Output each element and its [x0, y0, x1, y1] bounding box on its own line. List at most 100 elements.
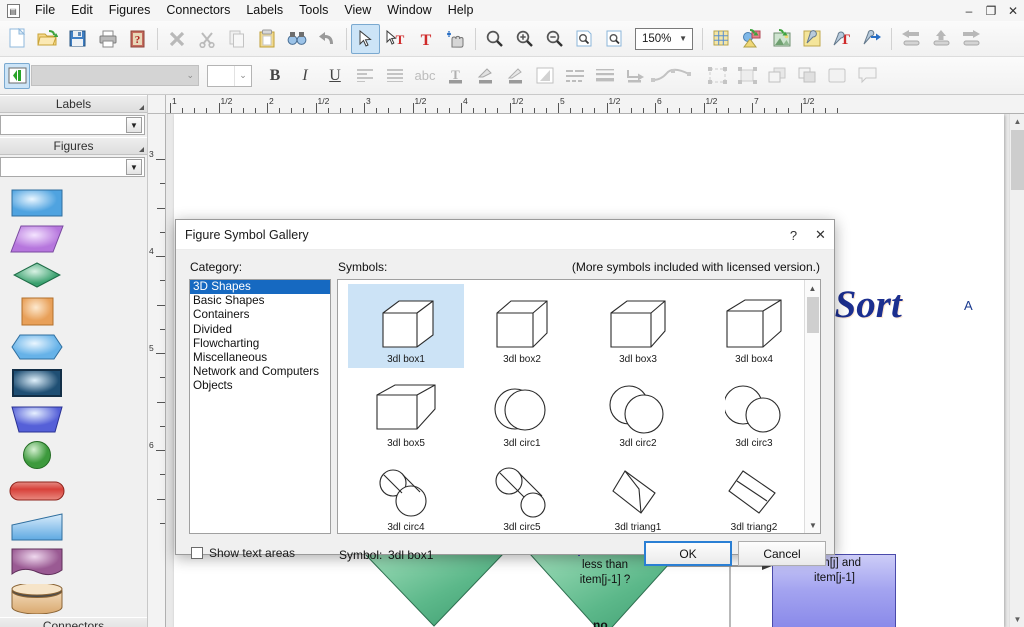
- shape-rectangle-blue[interactable]: [0, 185, 74, 221]
- delete-x-icon[interactable]: [162, 24, 191, 54]
- symbol-item[interactable]: 3dl box2: [464, 284, 580, 368]
- panel-header-connectors[interactable]: Connectors: [0, 617, 147, 627]
- category-item[interactable]: Divided: [190, 323, 330, 337]
- save-disk-icon[interactable]: [63, 24, 92, 54]
- nudge-left-icon[interactable]: [896, 24, 925, 54]
- zoom-icon[interactable]: [480, 24, 509, 54]
- dialog-close-button[interactable]: ✕: [807, 220, 834, 250]
- canvas-vertical-scrollbar[interactable]: ▲ ▼: [1009, 114, 1024, 627]
- cut-scissors-icon[interactable]: [192, 24, 221, 54]
- menu-window[interactable]: Window: [379, 0, 439, 21]
- close-button[interactable]: ✕: [1002, 0, 1024, 21]
- shape-cylinder-tan[interactable]: [0, 581, 74, 617]
- symbol-item[interactable]: 3dl circ4: [348, 452, 464, 533]
- select-pointer-icon[interactable]: [351, 23, 380, 54]
- scroll-thumb[interactable]: [807, 297, 819, 333]
- symbol-item[interactable]: 3dl triang1: [580, 452, 696, 533]
- category-list[interactable]: 3D Shapes Basic Shapes Containers Divided Fl…: [189, 279, 331, 534]
- fill-color-icon[interactable]: [470, 62, 500, 90]
- send-back-icon[interactable]: [792, 62, 822, 90]
- find-binoculars-icon[interactable]: [282, 24, 311, 54]
- shape-document-wave-purple[interactable]: [0, 545, 74, 581]
- group-icon[interactable]: [732, 62, 762, 90]
- line-color-icon[interactable]: [500, 62, 530, 90]
- scroll-down-icon[interactable]: ▼: [805, 517, 820, 533]
- symbol-item[interactable]: 3dl box5: [348, 368, 464, 452]
- minimize-button[interactable]: –: [958, 0, 980, 21]
- symbol-item[interactable]: 3dl box3: [580, 284, 696, 368]
- show-text-areas-checkbox[interactable]: Show text areas: [191, 546, 295, 560]
- symbols-scrollbar[interactable]: ▲ ▼: [804, 280, 820, 533]
- scroll-down-icon[interactable]: ▼: [1010, 612, 1024, 627]
- shape-rectangle-dark-blue[interactable]: [0, 365, 74, 401]
- shape-trapezoid-blue[interactable]: [0, 401, 74, 437]
- flow-node-decision-left[interactable]: [364, 554, 504, 627]
- menu-labels[interactable]: Labels: [238, 0, 291, 21]
- category-item[interactable]: Containers: [190, 308, 330, 322]
- category-item[interactable]: Miscellaneous: [190, 351, 330, 365]
- paste-clipboard-icon[interactable]: [252, 24, 281, 54]
- shape-hexagon-blue[interactable]: [0, 329, 74, 365]
- align-justify-icon[interactable]: [380, 62, 410, 90]
- shape-diamond-green[interactable]: [0, 257, 74, 293]
- zoom-in-icon[interactable]: [510, 24, 539, 54]
- category-item[interactable]: Network and Computers: [190, 365, 330, 379]
- font-color-icon[interactable]: T: [440, 62, 470, 90]
- category-item[interactable]: Basic Shapes: [190, 294, 330, 308]
- curve-icon[interactable]: [650, 62, 694, 90]
- panel-header-labels[interactable]: Labels: [0, 95, 147, 113]
- symbol-item[interactable]: 3dl triang2: [696, 452, 812, 533]
- ok-button[interactable]: OK: [644, 541, 732, 566]
- underline-button[interactable]: U: [320, 62, 350, 90]
- select-all-icon[interactable]: [702, 62, 732, 90]
- bring-front-icon[interactable]: [762, 62, 792, 90]
- arrow-end-icon[interactable]: [620, 62, 650, 90]
- undo-arrow-icon[interactable]: [312, 24, 341, 54]
- callout-icon[interactable]: [852, 62, 882, 90]
- font-family-combo[interactable]: ⌄: [31, 65, 199, 86]
- symbol-item[interactable]: 3dl circ2: [580, 368, 696, 452]
- panel-header-figures[interactable]: Figures: [0, 137, 147, 155]
- symbols-panel[interactable]: 3dl box1 3dl box2 3dl box3 3dl box4 3dl box5…: [337, 279, 821, 534]
- italic-button[interactable]: I: [290, 62, 320, 90]
- figures-combo[interactable]: ▼: [0, 157, 145, 177]
- shape-square-orange[interactable]: [0, 293, 74, 329]
- nudge-up-icon[interactable]: [926, 24, 955, 54]
- menu-help[interactable]: Help: [440, 0, 482, 21]
- line-dash-icon[interactable]: [560, 62, 590, 90]
- align-left-icon[interactable]: [350, 62, 380, 90]
- dialog-help-button[interactable]: ?: [780, 220, 807, 250]
- line-weight-icon[interactable]: [590, 62, 620, 90]
- symbol-item[interactable]: 3dl box1: [348, 284, 464, 368]
- gradient-icon[interactable]: [530, 62, 560, 90]
- checkbox-box[interactable]: [191, 547, 203, 559]
- category-item[interactable]: Flowcharting: [190, 337, 330, 351]
- new-file-icon[interactable]: [3, 24, 32, 54]
- maximize-button[interactable]: ❐: [980, 0, 1002, 21]
- menu-connectors[interactable]: Connectors: [158, 0, 238, 21]
- shape-icon[interactable]: [822, 62, 852, 90]
- symbol-item[interactable]: 3dl circ3: [696, 368, 812, 452]
- text-direction-icon[interactable]: [4, 62, 30, 89]
- shape-parallelogram-purple[interactable]: [0, 221, 74, 257]
- shape-circle-green[interactable]: [0, 437, 74, 473]
- dialog-title-bar[interactable]: Figure Symbol Gallery ? ✕: [176, 220, 834, 250]
- line-arrow-icon[interactable]: [857, 24, 886, 54]
- figure-properties-icon[interactable]: [737, 24, 766, 54]
- scroll-up-icon[interactable]: ▲: [1010, 114, 1024, 129]
- labels-combo[interactable]: ▼: [0, 115, 145, 135]
- tools-wrench-icon[interactable]: [797, 24, 826, 54]
- spellcheck-button[interactable]: abc: [410, 62, 440, 90]
- menu-edit[interactable]: Edit: [63, 0, 101, 21]
- hand-point-icon[interactable]: [441, 24, 470, 54]
- print-icon[interactable]: [93, 24, 122, 54]
- zoom-out-icon[interactable]: [540, 24, 569, 54]
- image-properties-icon[interactable]: [767, 24, 796, 54]
- symbol-item[interactable]: 3dl circ5: [464, 452, 580, 533]
- shape-rounded-pill-red[interactable]: [0, 473, 74, 509]
- help-book-icon[interactable]: ?: [123, 24, 152, 54]
- figure-symbol-gallery-dialog[interactable]: Figure Symbol Gallery ? ✕ Category: Symb…: [175, 219, 835, 566]
- text-properties-icon[interactable]: T: [827, 24, 856, 54]
- chevron-down-icon[interactable]: ▼: [126, 117, 142, 133]
- open-folder-icon[interactable]: [33, 24, 62, 54]
